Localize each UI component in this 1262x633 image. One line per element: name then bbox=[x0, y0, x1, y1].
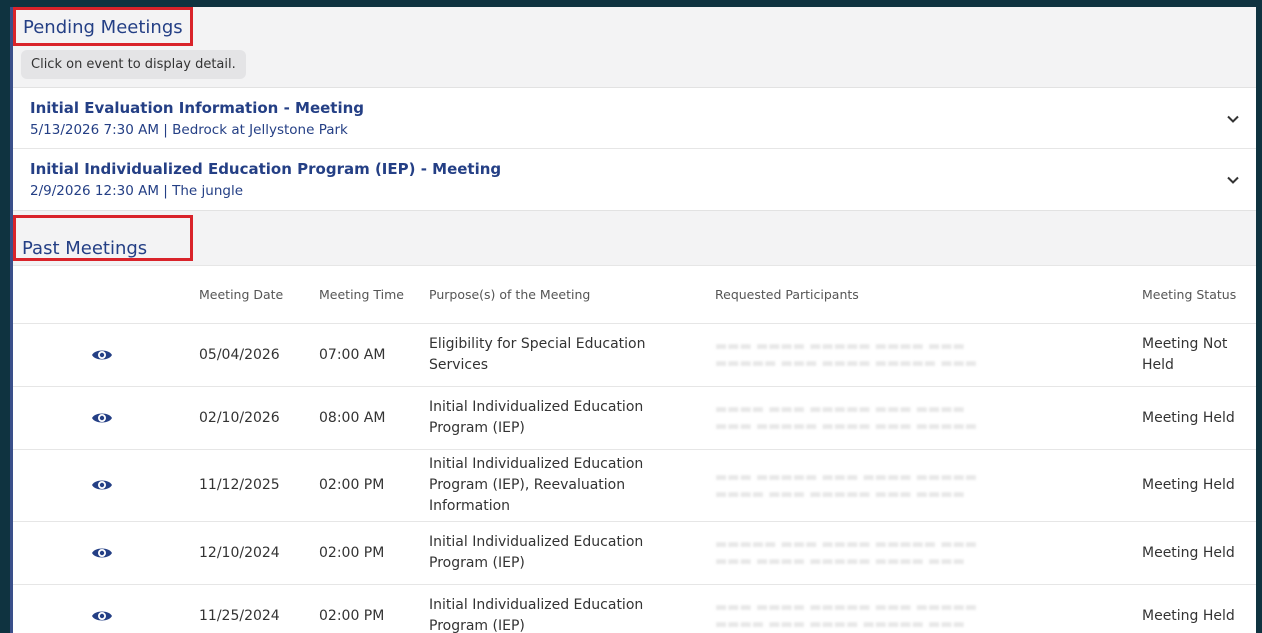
pending-meetings-title: Pending Meetings bbox=[23, 16, 183, 38]
meeting-time: 07:00 AM bbox=[311, 323, 421, 387]
table-row: 11/12/2025 02:00 PM Initial Individualiz… bbox=[13, 449, 1256, 522]
view-cell bbox=[13, 521, 191, 585]
past-meetings-table: Meeting Date Meeting Time Purpose(s) of … bbox=[13, 265, 1256, 633]
meeting-status: Meeting Held bbox=[1134, 584, 1256, 633]
column-header-view bbox=[13, 265, 191, 324]
pending-meeting-subtitle: 2/9/2026 12:30 AM | The jungle bbox=[30, 183, 244, 199]
meeting-date: 12/10/2024 bbox=[191, 521, 311, 585]
column-header-purpose[interactable]: Purpose(s) of the Meeting bbox=[421, 265, 707, 324]
meeting-time: 02:00 PM bbox=[311, 584, 421, 633]
meetings-panel: Pending Meetings Click on event to displ… bbox=[10, 7, 1256, 633]
pending-meeting-item[interactable]: Initial Individualized Education Program… bbox=[13, 149, 1256, 210]
redacted-participants: ▬▬▬ ▬▬▬▬ ▬▬▬▬▬ ▬▬▬▬ ▬▬▬ ▬▬▬▬▬ ▬▬▬ ▬▬▬▬ ▬▬… bbox=[715, 339, 978, 371]
pending-hint-text: Click on event to display detail. bbox=[21, 50, 246, 79]
chevron-down-icon[interactable] bbox=[1226, 173, 1240, 187]
eye-icon[interactable] bbox=[91, 608, 113, 624]
redacted-participants: ▬▬▬▬▬ ▬▬▬ ▬▬▬▬ ▬▬▬▬▬ ▬▬▬ ▬▬▬ ▬▬▬▬ ▬▬▬▬▬ ▬… bbox=[715, 537, 978, 569]
eye-icon[interactable] bbox=[91, 545, 113, 561]
column-header-time[interactable]: Meeting Time bbox=[311, 265, 421, 324]
meeting-status: Meeting Not Held bbox=[1134, 323, 1256, 387]
eye-icon[interactable] bbox=[91, 477, 113, 493]
meeting-date: 02/10/2026 bbox=[191, 386, 311, 450]
table-row: 05/04/2026 07:00 AM Eligibility for Spec… bbox=[13, 323, 1256, 387]
meeting-date: 11/12/2025 bbox=[191, 449, 311, 522]
requested-participants: ▬▬▬ ▬▬▬▬ ▬▬▬▬▬ ▬▬▬ ▬▬▬▬▬ ▬▬▬▬ ▬▬▬ ▬▬▬▬ ▬▬… bbox=[707, 584, 1134, 633]
table-row: 12/10/2024 02:00 PM Initial Individualiz… bbox=[13, 521, 1256, 585]
view-cell bbox=[13, 386, 191, 450]
column-header-participants[interactable]: Requested Participants bbox=[707, 265, 1134, 324]
pending-meeting-title: Initial Individualized Education Program… bbox=[30, 160, 502, 178]
meeting-time: 02:00 PM bbox=[311, 449, 421, 522]
redacted-participants: ▬▬▬ ▬▬▬▬ ▬▬▬▬▬ ▬▬▬ ▬▬▬▬▬ ▬▬▬▬ ▬▬▬ ▬▬▬▬ ▬▬… bbox=[715, 600, 978, 632]
view-cell bbox=[13, 449, 191, 522]
eye-icon[interactable] bbox=[91, 347, 113, 363]
meeting-purpose: Initial Individualized Education Program… bbox=[421, 386, 707, 450]
pending-meeting-title: Initial Evaluation Information - Meeting bbox=[30, 99, 365, 117]
meeting-date: 11/25/2024 bbox=[191, 584, 311, 633]
requested-participants: ▬▬▬ ▬▬▬▬▬ ▬▬▬ ▬▬▬▬ ▬▬▬▬▬ ▬▬▬▬ ▬▬▬ ▬▬▬▬▬ ▬… bbox=[707, 449, 1134, 522]
view-cell bbox=[13, 323, 191, 387]
meeting-purpose: Initial Individualized Education Program… bbox=[421, 449, 707, 522]
meeting-date: 05/04/2026 bbox=[191, 323, 311, 387]
pending-meetings-header: Pending Meetings bbox=[13, 7, 1256, 47]
meeting-purpose: Initial Individualized Education Program… bbox=[421, 584, 707, 633]
redacted-participants: ▬▬▬ ▬▬▬▬▬ ▬▬▬ ▬▬▬▬ ▬▬▬▬▬ ▬▬▬▬ ▬▬▬ ▬▬▬▬▬ ▬… bbox=[715, 469, 978, 502]
redacted-participants: ▬▬▬▬ ▬▬▬ ▬▬▬▬▬ ▬▬▬ ▬▬▬▬ ▬▬▬ ▬▬▬▬▬ ▬▬▬▬ ▬▬… bbox=[715, 402, 978, 434]
meeting-purpose: Initial Individualized Education Program… bbox=[421, 521, 707, 585]
table-row: 11/25/2024 02:00 PM Initial Individualiz… bbox=[13, 584, 1256, 633]
pending-meeting-item[interactable]: Initial Evaluation Information - Meeting… bbox=[13, 88, 1256, 149]
chevron-down-icon[interactable] bbox=[1226, 112, 1240, 126]
view-cell bbox=[13, 584, 191, 633]
past-meetings-title: Past Meetings bbox=[22, 238, 148, 259]
eye-icon[interactable] bbox=[91, 410, 113, 426]
meeting-status: Meeting Held bbox=[1134, 521, 1256, 585]
requested-participants: ▬▬▬▬▬ ▬▬▬ ▬▬▬▬ ▬▬▬▬▬ ▬▬▬ ▬▬▬ ▬▬▬▬ ▬▬▬▬▬ ▬… bbox=[707, 521, 1134, 585]
meeting-status: Meeting Held bbox=[1134, 449, 1256, 522]
meeting-time: 08:00 AM bbox=[311, 386, 421, 450]
past-meetings-header: Past Meetings bbox=[13, 211, 1256, 265]
table-row: 02/10/2026 08:00 AM Initial Individualiz… bbox=[13, 386, 1256, 450]
meeting-time: 02:00 PM bbox=[311, 521, 421, 585]
column-header-status[interactable]: Meeting Status bbox=[1134, 265, 1256, 324]
meeting-purpose: Eligibility for Special Education Servic… bbox=[421, 323, 707, 387]
table-header-row: Meeting Date Meeting Time Purpose(s) of … bbox=[13, 265, 1256, 324]
pending-meeting-subtitle: 5/13/2026 7:30 AM | Bedrock at Jellyston… bbox=[30, 122, 348, 138]
column-header-date[interactable]: Meeting Date bbox=[191, 265, 311, 324]
requested-participants: ▬▬▬ ▬▬▬▬ ▬▬▬▬▬ ▬▬▬▬ ▬▬▬ ▬▬▬▬▬ ▬▬▬ ▬▬▬▬ ▬▬… bbox=[707, 323, 1134, 387]
pending-meetings-list: Initial Evaluation Information - Meeting… bbox=[13, 87, 1256, 211]
meeting-status: Meeting Held bbox=[1134, 386, 1256, 450]
requested-participants: ▬▬▬▬ ▬▬▬ ▬▬▬▬▬ ▬▬▬ ▬▬▬▬ ▬▬▬ ▬▬▬▬▬ ▬▬▬▬ ▬▬… bbox=[707, 386, 1134, 450]
